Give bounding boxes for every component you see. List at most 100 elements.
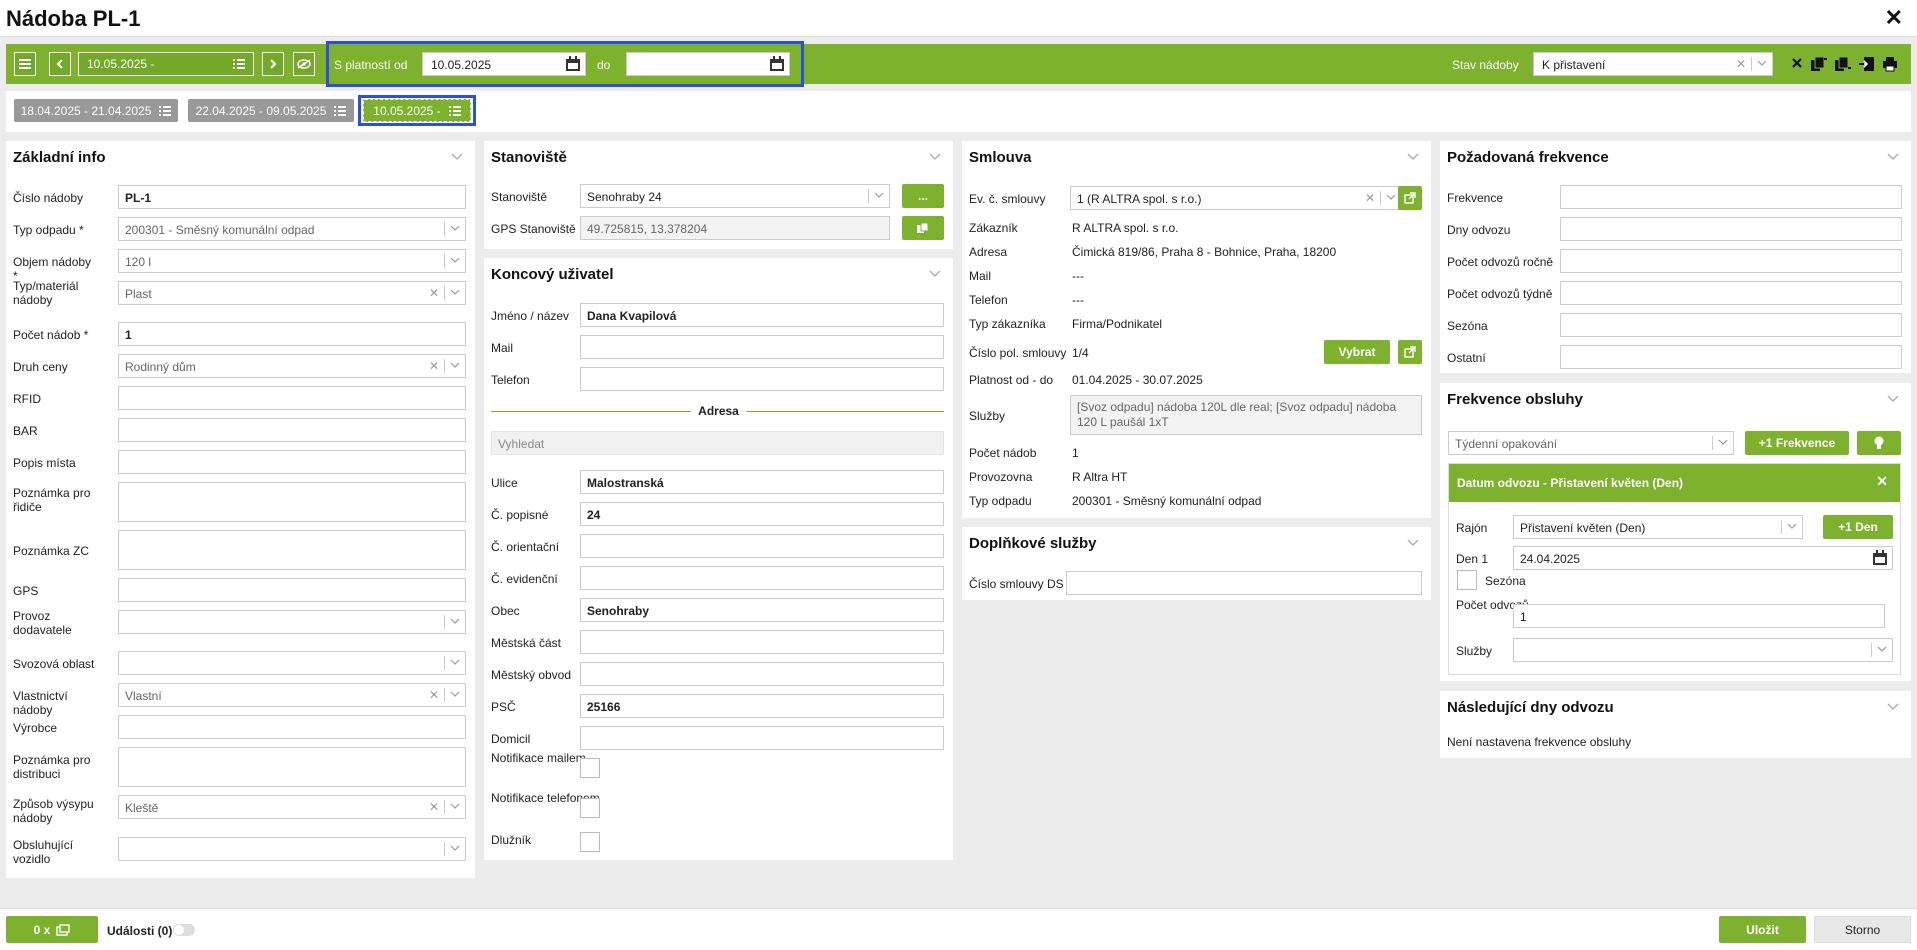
hint-button[interactable] [1857,431,1901,455]
site-more-button[interactable]: ... [902,184,944,208]
frequency-field-input[interactable] [1560,281,1902,305]
address-field-input[interactable] [580,534,944,558]
open-item-button[interactable] [1398,340,1422,364]
collapse-chevron-icon[interactable] [1887,395,1899,402]
ds-input[interactable] [1066,571,1422,595]
select-input[interactable] [118,837,466,861]
address-field-input[interactable] [580,630,944,654]
text-input[interactable]: 1 [118,322,466,346]
day-date-input[interactable]: 24.04.2025 [1513,546,1893,570]
choose-button[interactable]: Vybrat [1324,340,1390,364]
hide-button[interactable] [293,52,315,76]
text-input[interactable] [118,450,466,474]
next-version-button[interactable] [262,52,284,76]
prev-version-button[interactable] [49,52,71,76]
collapse-chevron-icon[interactable] [1887,153,1899,160]
name-input[interactable]: Dana Kvapilová [580,303,944,327]
gallery-button[interactable]: 0 x [6,916,98,943]
print-icon[interactable] [1882,56,1898,75]
address-field-input[interactable]: 25166 [580,694,944,718]
select-input[interactable] [118,651,466,675]
select-input[interactable]: 200301 - Směsný komunální odpad [118,217,466,241]
add-frequency-button[interactable]: +1 Frekvence [1745,431,1849,455]
collapse-chevron-icon[interactable] [929,153,941,160]
select-input[interactable]: 120 l [118,249,466,273]
clear-icon[interactable]: ✕ [429,359,439,373]
version-select[interactable]: 10.05.2025 - [78,52,254,76]
panel-title: Stanoviště [491,149,567,166]
text-input[interactable]: PL-1 [118,185,466,209]
address-search-input[interactable]: Vyhledat [491,431,944,455]
gps-input[interactable]: 49.725815, 13.378204 [580,216,890,240]
remove-card-icon[interactable]: ✕ [1876,473,1888,490]
address-field-input[interactable]: 24 [580,502,944,526]
collapse-chevron-icon[interactable] [451,153,463,160]
season-checkbox[interactable] [1457,570,1477,590]
text-input[interactable] [118,418,466,442]
address-field-input[interactable]: Senohraby [580,598,944,622]
count-input[interactable]: 1 [1513,604,1885,628]
text-input[interactable] [118,530,466,570]
address-field-input[interactable] [580,662,944,686]
select-input[interactable]: Rodinný dům ✕ [118,354,466,378]
frequency-field-input[interactable] [1560,217,1902,241]
select-input[interactable]: Kleště ✕ [118,795,466,819]
copy-up-icon[interactable] [1810,56,1828,75]
select-input[interactable]: Vlastní ✕ [118,683,466,707]
text-input[interactable] [118,715,466,739]
notif-phone-checkbox[interactable] [580,798,600,818]
frequency-field-input[interactable] [1560,249,1902,273]
debtor-checkbox[interactable] [580,832,600,852]
collapse-chevron-icon[interactable] [929,270,941,277]
valid-to-input[interactable] [626,52,790,76]
phone-input[interactable] [580,367,944,391]
address-field-input[interactable] [580,726,944,750]
close-icon[interactable]: ✕ [1885,5,1903,31]
notif-mail-checkbox[interactable] [580,758,600,778]
text-input[interactable] [118,482,466,522]
rajon-select[interactable]: Přistavení květen (Den) [1513,515,1803,539]
clear-icon[interactable]: ✕ [429,800,439,814]
ds-label: Číslo smlouvy DS [969,577,1064,591]
clear-icon[interactable]: ✕ [429,688,439,702]
clear-icon[interactable]: ✕ [429,286,439,300]
tab-version-2[interactable]: 22.04.2025 - 09.05.2025 [188,99,354,122]
validity-label: Platnost od - do [969,373,1054,387]
menu-button[interactable] [14,52,36,76]
frequency-field-input[interactable] [1560,185,1902,209]
text-input[interactable] [118,578,466,602]
valid-from-input[interactable]: 10.05.2025 [422,52,586,76]
collapse-chevron-icon[interactable] [1407,153,1419,160]
status-select[interactable]: K přistavení ✕ [1533,52,1773,76]
site-select[interactable]: Senohraby 24 [580,184,890,208]
clear-icon[interactable]: ✕ [1736,57,1746,71]
copy-down-icon[interactable] [1834,56,1852,75]
import-icon[interactable] [1858,56,1876,75]
select-input[interactable]: Plast ✕ [118,281,466,305]
tab-version-3[interactable]: 10.05.2025 - [363,99,471,122]
add-day-button[interactable]: +1 Den [1823,515,1893,539]
clear-icon[interactable]: ✕ [1365,191,1375,205]
copy-gps-button[interactable] [902,216,944,240]
cancel-button[interactable]: Storno [1814,916,1911,943]
select-input[interactable] [118,610,466,634]
cancel-version-icon[interactable] [1790,56,1804,75]
name-label: Jméno / název [491,309,570,323]
mail-input[interactable] [580,335,944,359]
tab-label: 10.05.2025 - [373,103,441,118]
events-toggle[interactable] [173,924,195,936]
open-contract-button[interactable] [1398,186,1422,210]
address-field-input[interactable]: Malostranská [580,470,944,494]
tab-version-1[interactable]: 18.04.2025 - 21.04.2025 [14,99,178,122]
collapse-chevron-icon[interactable] [1887,703,1899,710]
collapse-chevron-icon[interactable] [1407,539,1419,546]
address-field-input[interactable] [580,566,944,590]
save-button[interactable]: Uložit [1719,916,1806,943]
services-select[interactable] [1513,638,1893,662]
repeat-select[interactable]: Týdenní opakování [1448,431,1734,455]
evc-select[interactable]: 1 (R ALTRA spol. s r.o.) ✕ [1070,186,1402,210]
frequency-field-input[interactable] [1560,345,1902,369]
text-input[interactable] [118,747,466,787]
frequency-field-input[interactable] [1560,313,1902,337]
text-input[interactable] [118,386,466,410]
